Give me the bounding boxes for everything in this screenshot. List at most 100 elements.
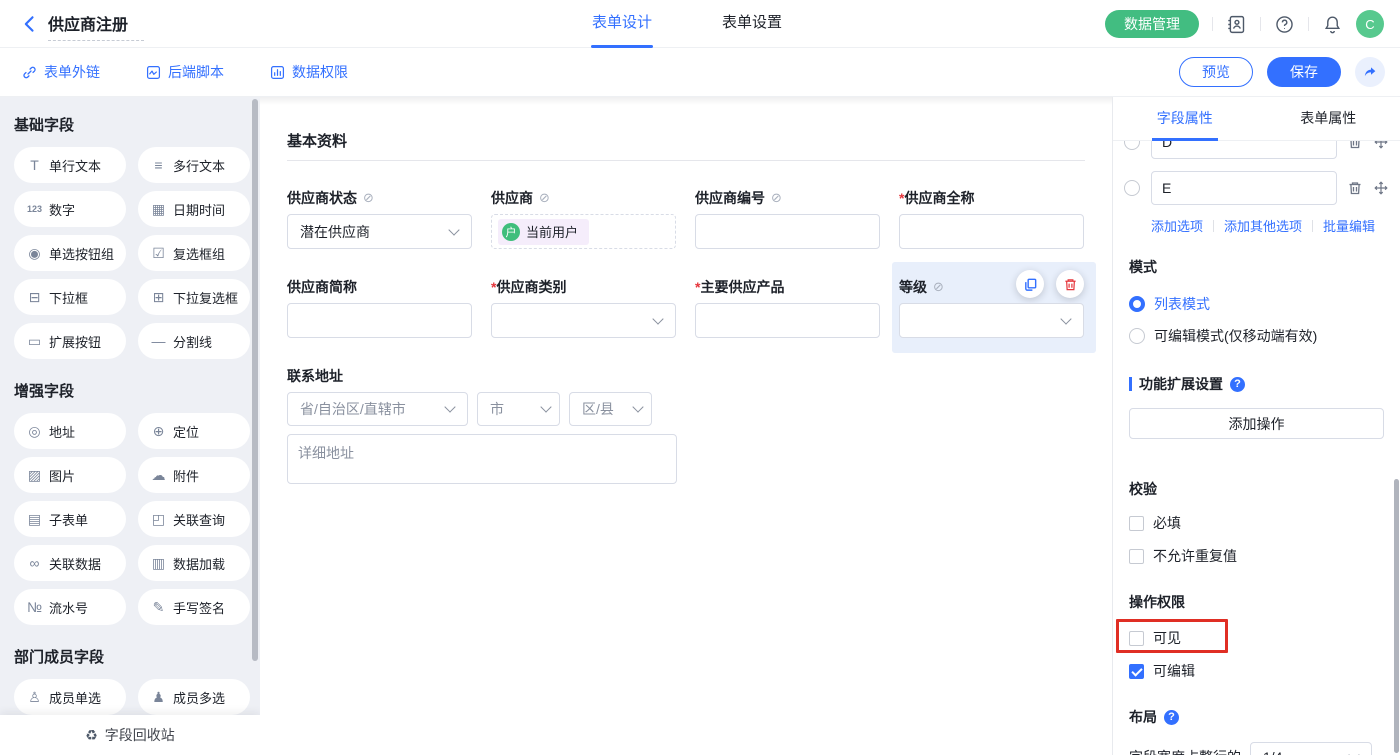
palette-item-linked-query[interactable]: ◰关联查询 xyxy=(138,501,250,537)
canvas-field-main-products[interactable]: *主要供应产品 xyxy=(695,280,880,338)
palette-item-datetime[interactable]: ▦日期时间 xyxy=(138,191,250,227)
palette-item-attachment[interactable]: ☁附件 xyxy=(138,457,250,493)
supplier-shortname-input[interactable] xyxy=(287,303,472,338)
data-permission-action[interactable]: 数据权限 xyxy=(270,62,348,82)
drag-option-handle[interactable] xyxy=(1373,141,1389,150)
drag-option-handle[interactable] xyxy=(1373,180,1389,196)
supplier-fullname-input[interactable] xyxy=(899,214,1084,249)
checkbox-required[interactable]: 必填 xyxy=(1129,513,1384,533)
palette-item-data-load[interactable]: ▥数据加载 xyxy=(138,545,250,581)
mode-option-list[interactable]: 列表模式 xyxy=(1129,294,1384,314)
inspector-scrollbar[interactable] xyxy=(1394,479,1399,753)
palette-item-image[interactable]: ▨图片 xyxy=(14,457,126,493)
city-select[interactable]: 市 xyxy=(477,392,560,426)
checkbox[interactable] xyxy=(1129,549,1144,564)
notification-bell-icon[interactable] xyxy=(1322,14,1343,35)
palette-item-serial-number[interactable]: №流水号 xyxy=(14,589,126,625)
palette-item-single-line-text[interactable]: T单行文本 xyxy=(14,147,126,183)
canvas-field-grade-selected[interactable]: 等级⊘ xyxy=(899,280,1084,338)
share-button[interactable] xyxy=(1355,57,1385,87)
palette-item-multi-line-text[interactable]: ≡多行文本 xyxy=(138,147,250,183)
delete-option-button[interactable] xyxy=(1347,180,1363,196)
help-circle-icon[interactable] xyxy=(1164,710,1179,725)
delete-option-button[interactable] xyxy=(1347,141,1363,150)
canvas-field-supplier-status[interactable]: 供应商状态⊘ 潜在供应商 xyxy=(287,191,472,249)
option-row-d xyxy=(1124,141,1384,159)
option-value-input[interactable] xyxy=(1151,171,1337,205)
supplier-status-select[interactable]: 潜在供应商 xyxy=(287,214,472,249)
contacts-book-icon[interactable] xyxy=(1226,14,1247,35)
crosshair-icon: ⊕ xyxy=(150,423,167,440)
palette-item-member-single[interactable]: ♙成员单选 xyxy=(14,679,126,715)
palette-item-subform[interactable]: ▤子表单 xyxy=(14,501,126,537)
canvas-field-supplier-code[interactable]: 供应商编号⊘ xyxy=(695,191,880,249)
radio-unselected[interactable] xyxy=(1129,328,1145,344)
form-section-title[interactable]: 基本资料 xyxy=(287,130,1112,151)
add-other-option-link[interactable]: 添加其他选项 xyxy=(1224,216,1302,235)
field-recycle-bin[interactable]: ♻ 字段回收站 xyxy=(0,715,260,755)
toolbar-link-label: 后端脚本 xyxy=(168,62,224,82)
tab-form-design[interactable]: 表单设计 xyxy=(592,0,652,48)
palette-item-label: 子表单 xyxy=(49,510,88,529)
checkbox-editable[interactable]: 可编辑 xyxy=(1129,661,1384,681)
canvas-field-supplier-fullname[interactable]: *供应商全称 xyxy=(899,191,1084,249)
user-avatar[interactable]: C xyxy=(1356,10,1384,38)
province-select[interactable]: 省/自治区/直辖市 xyxy=(287,392,468,426)
palette-item-number[interactable]: 123数字 xyxy=(14,191,126,227)
district-select[interactable]: 区/县 xyxy=(569,392,652,426)
tab-field-properties[interactable]: 字段属性 xyxy=(1113,97,1257,140)
form-canvas[interactable]: 基本资料 供应商状态⊘ 潜在供应商 供应商⊘ 户 当前用户 xyxy=(260,97,1112,755)
palette-item-extend-button[interactable]: ▭扩展按钮 xyxy=(14,323,126,359)
grade-select[interactable] xyxy=(899,303,1084,338)
canvas-field-supplier-shortname[interactable]: 供应商简称 xyxy=(287,280,472,338)
palette-item-dropdown[interactable]: ⊟下拉框 xyxy=(14,279,126,315)
checkbox[interactable] xyxy=(1129,516,1144,531)
detail-address-textarea[interactable] xyxy=(287,434,677,484)
supplier-member-picker[interactable]: 户 当前用户 xyxy=(491,214,676,249)
checkbox-no-duplicates[interactable]: 不允许重复值 xyxy=(1129,546,1384,566)
palette-item-radio-group[interactable]: ◉单选按钮组 xyxy=(14,235,126,271)
palette-item-linked-data[interactable]: ∞关联数据 xyxy=(14,545,126,581)
canvas-field-supplier-category[interactable]: *供应商类别 xyxy=(491,280,676,338)
palette-item-address[interactable]: ◎地址 xyxy=(14,413,126,449)
checkbox[interactable] xyxy=(1129,631,1144,646)
palette-item-signature[interactable]: ✎手写签名 xyxy=(138,589,250,625)
tab-form-properties[interactable]: 表单属性 xyxy=(1257,97,1400,140)
option-radio[interactable] xyxy=(1124,180,1140,196)
data-manage-button[interactable]: 数据管理 xyxy=(1105,10,1199,38)
save-button[interactable]: 保存 xyxy=(1267,57,1341,87)
checkbox-visible[interactable]: 可见 xyxy=(1129,628,1384,648)
field-width-select[interactable]: 1/4 xyxy=(1250,742,1372,755)
batch-edit-link[interactable]: 批量编辑 xyxy=(1323,216,1375,235)
mode-option-editable[interactable]: 可编辑模式(仅移动端有效) xyxy=(1129,326,1384,346)
selected-field-card[interactable]: 等级⊘ xyxy=(892,262,1096,353)
preview-button[interactable]: 预览 xyxy=(1179,57,1253,87)
help-circle-icon[interactable] xyxy=(1230,377,1245,392)
option-value-input[interactable] xyxy=(1151,141,1337,159)
canvas-field-supplier[interactable]: 供应商⊘ 户 当前用户 xyxy=(491,191,676,249)
add-operation-button[interactable]: 添加操作 xyxy=(1129,408,1384,439)
external-link-action[interactable]: 表单外链 xyxy=(22,62,100,82)
palette-item-divider[interactable]: —分割线 xyxy=(138,323,250,359)
canvas-field-contact-address[interactable]: 联系地址 xyxy=(287,369,1112,383)
form-title[interactable]: 供应商注册 xyxy=(48,11,144,41)
radio-selected[interactable] xyxy=(1129,296,1145,312)
help-icon[interactable] xyxy=(1274,14,1295,35)
delete-field-button[interactable] xyxy=(1056,270,1084,298)
back-icon[interactable] xyxy=(20,14,40,34)
palette-item-geolocation[interactable]: ⊕定位 xyxy=(138,413,250,449)
main-products-input[interactable] xyxy=(695,303,880,338)
checkbox-checked[interactable] xyxy=(1129,664,1144,679)
supplier-code-input[interactable] xyxy=(695,214,880,249)
palette-item-member-multi[interactable]: ♟成员多选 xyxy=(138,679,250,715)
option-radio[interactable] xyxy=(1124,141,1140,150)
backend-script-action[interactable]: 后端脚本 xyxy=(146,62,224,82)
palette-item-multi-dropdown[interactable]: ⊞下拉复选框 xyxy=(138,279,250,315)
palette-item-checkbox-group[interactable]: ☑复选框组 xyxy=(138,235,250,271)
tab-form-settings[interactable]: 表单设置 xyxy=(722,0,782,48)
copy-field-button[interactable] xyxy=(1016,270,1044,298)
supplier-category-select[interactable] xyxy=(491,303,676,338)
sidebar-scrollbar[interactable] xyxy=(252,99,258,661)
add-option-link[interactable]: 添加选项 xyxy=(1151,216,1203,235)
current-user-tag[interactable]: 户 当前用户 xyxy=(498,219,589,245)
